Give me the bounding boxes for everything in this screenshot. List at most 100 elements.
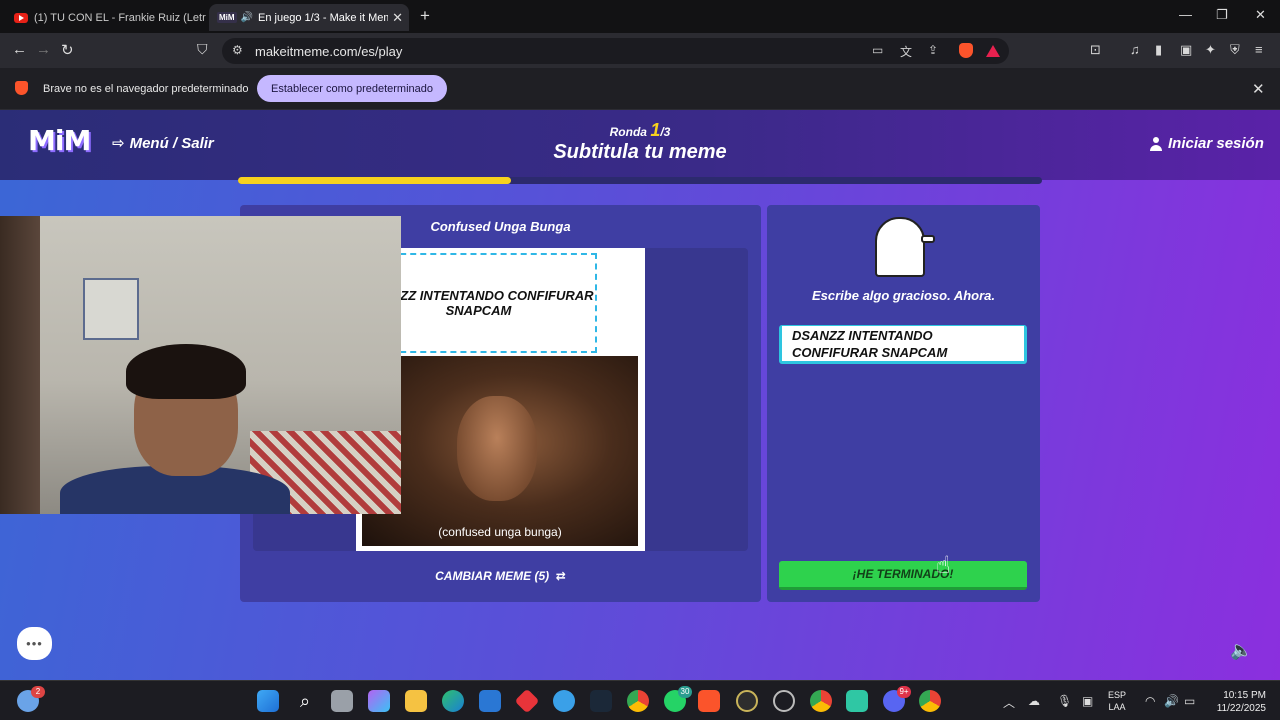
- round-label: Ronda: [609, 125, 647, 139]
- restore-icon[interactable]: ❐: [1216, 7, 1228, 23]
- login-link[interactable]: Iniciar sesión: [1150, 135, 1264, 152]
- reload-icon[interactable]: ↻: [61, 41, 74, 59]
- file-explorer-icon[interactable]: [405, 690, 427, 712]
- ghost-mascot-icon: [875, 217, 925, 277]
- round-indicator: Ronda 1/3: [0, 120, 1280, 141]
- search-icon[interactable]: ⌕: [294, 690, 316, 712]
- round-total: /3: [660, 125, 671, 139]
- set-default-button[interactable]: Establecer como predeterminado: [257, 75, 447, 102]
- youtube-icon: [14, 12, 28, 23]
- url-text[interactable]: makeitmeme.com/es/play: [255, 44, 402, 59]
- meme-face: [457, 396, 537, 501]
- brave-logo-icon: [15, 81, 28, 95]
- discord-icon[interactable]: 9+: [883, 686, 911, 712]
- webcam-person-hair: [126, 344, 246, 399]
- wifi-icon[interactable]: ◠: [1145, 694, 1155, 708]
- round-timer-bar: [238, 177, 1042, 184]
- round-timer-fill: [238, 177, 512, 184]
- chrome-3-icon[interactable]: [919, 690, 941, 712]
- browser-tab-bar: (1) TU CON EL - Frankie Ruiz (Letra/L Mi…: [0, 0, 1280, 33]
- app-blue-icon[interactable]: [553, 690, 575, 712]
- onedrive-icon[interactable]: ☁: [1028, 694, 1040, 708]
- task-view-icon[interactable]: [331, 690, 353, 712]
- tray-app-icon[interactable]: ▣: [1082, 694, 1093, 708]
- screenshot-icon[interactable]: ⊡: [1090, 42, 1101, 58]
- start-icon[interactable]: [257, 690, 279, 712]
- tab-youtube[interactable]: (1) TU CON EL - Frankie Ruiz (Letra/L: [8, 4, 206, 31]
- swap-icon: ⇄: [552, 569, 566, 583]
- change-meme-label: CAMBIAR MEME (5): [435, 569, 550, 583]
- hand-cursor-icon: ☝: [936, 552, 951, 579]
- steam-icon[interactable]: [590, 690, 612, 712]
- close-window-icon[interactable]: ✕: [1255, 7, 1266, 23]
- leo-ai-icon[interactable]: ✦: [1205, 42, 1216, 58]
- clock-date: 11/22/2025: [1216, 703, 1266, 714]
- change-meme-button[interactable]: CAMBIAR MEME (5) ⇄: [240, 569, 761, 583]
- site-settings-icon[interactable]: ⚙: [232, 43, 243, 57]
- webcam-door: [0, 216, 40, 514]
- whatsapp-icon[interactable]: 30: [664, 686, 692, 712]
- share-icon[interactable]: ⇪: [928, 43, 938, 57]
- done-button[interactable]: ¡HE TERMINADO!: [779, 561, 1027, 590]
- user-icon: [1150, 136, 1162, 151]
- close-tab-icon[interactable]: ✕: [392, 10, 403, 26]
- back-icon[interactable]: ←: [12, 41, 27, 58]
- new-tab-icon[interactable]: +: [420, 6, 430, 26]
- login-label: Iniciar sesión: [1168, 135, 1264, 152]
- round-current: 1: [650, 120, 661, 140]
- weather-icon[interactable]: 2: [17, 686, 45, 712]
- language-layout: LAA: [1108, 702, 1126, 712]
- address-bar[interactable]: ⚙ makeitmeme.com/es/play ▭ 文 ⇪: [222, 38, 1009, 64]
- game-header: MiM ⇨ Menú / Salir Ronda 1/3 Subtitula t…: [0, 110, 1280, 180]
- vpn-icon[interactable]: ⛨: [1230, 42, 1240, 58]
- webcam-overlay: [0, 216, 401, 514]
- cast-icon[interactable]: ▭: [872, 43, 883, 57]
- chrome-icon[interactable]: [627, 690, 649, 712]
- brave-taskbar-icon[interactable]: [698, 690, 720, 712]
- clock-time: 10:15 PM: [1223, 690, 1266, 701]
- sidebar-icon[interactable]: ▮: [1155, 42, 1162, 58]
- tab-title: (1) TU CON EL - Frankie Ruiz (Letra/L: [34, 11, 206, 24]
- chrome-2-icon[interactable]: [810, 690, 832, 712]
- discord-badge: 9+: [897, 686, 911, 698]
- minimize-icon[interactable]: —: [1179, 7, 1192, 22]
- tray-overflow-icon[interactable]: ︿: [1003, 694, 1015, 711]
- close-infobar-icon[interactable]: ✕: [1252, 80, 1265, 98]
- language-code: ESP: [1108, 690, 1127, 700]
- caption-panel: Escribe algo gracioso. Ahora. DSANZZ INT…: [767, 205, 1040, 602]
- whatsapp-badge: 30: [678, 686, 692, 698]
- app-red-icon[interactable]: [514, 688, 540, 714]
- chat-icon[interactable]: •••: [17, 627, 52, 660]
- weather-badge: 2: [31, 686, 45, 698]
- media-icon[interactable]: ♫: [1130, 42, 1140, 57]
- phase-title: Subtitula tu meme: [553, 141, 727, 163]
- brave-rewards-icon[interactable]: [986, 45, 1000, 57]
- forward-icon[interactable]: →: [36, 41, 51, 58]
- caption-input[interactable]: DSANZZ INTENTANDO CONFIFURAR SNAPCAM: [779, 325, 1027, 364]
- battery-icon[interactable]: ▭: [1184, 694, 1195, 708]
- app-gold-icon[interactable]: [736, 690, 758, 712]
- edge-icon[interactable]: [442, 690, 464, 712]
- translate-icon[interactable]: 文: [900, 43, 912, 60]
- sound-toggle-icon[interactable]: 🔈: [1230, 640, 1252, 661]
- game-area: MiM ⇨ Menú / Salir Ronda 1/3 Subtitula t…: [0, 110, 1280, 680]
- obs-icon[interactable]: [773, 690, 795, 712]
- app-teal-icon[interactable]: [846, 690, 868, 712]
- write-prompt: Escribe algo gracioso. Ahora.: [811, 288, 995, 303]
- language-indicator[interactable]: ESP LAA: [1108, 689, 1126, 713]
- system-clock[interactable]: 10:15 PM 11/22/2025: [1204, 689, 1266, 715]
- store-icon[interactable]: [479, 690, 501, 712]
- brave-shields-icon[interactable]: [959, 43, 973, 58]
- copilot-icon[interactable]: [368, 690, 390, 712]
- windows-taskbar: 2 ⌕ 30 9+ ︿ ☁ 🎙 ▣ ESP LAA ◠ 🔊 ▭ 10:15 PM…: [0, 680, 1280, 720]
- microphone-icon[interactable]: 🎙: [1057, 694, 1072, 708]
- bookmark-icon[interactable]: ⛉: [197, 41, 208, 58]
- tab-make-it-meme[interactable]: MiM 🔊 En juego 1/3 - Make it Meme ✕: [209, 4, 409, 31]
- webcam-poster: [83, 278, 139, 340]
- tab-title: En juego 1/3 - Make it Meme: [258, 11, 389, 24]
- volume-icon[interactable]: 🔊: [1164, 694, 1179, 708]
- wallet-icon[interactable]: ▣: [1180, 42, 1192, 58]
- infobar-message: Brave no es el navegador predeterminado: [43, 83, 249, 95]
- audio-playing-icon[interactable]: 🔊: [241, 12, 253, 23]
- menu-icon[interactable]: ≡: [1255, 42, 1263, 57]
